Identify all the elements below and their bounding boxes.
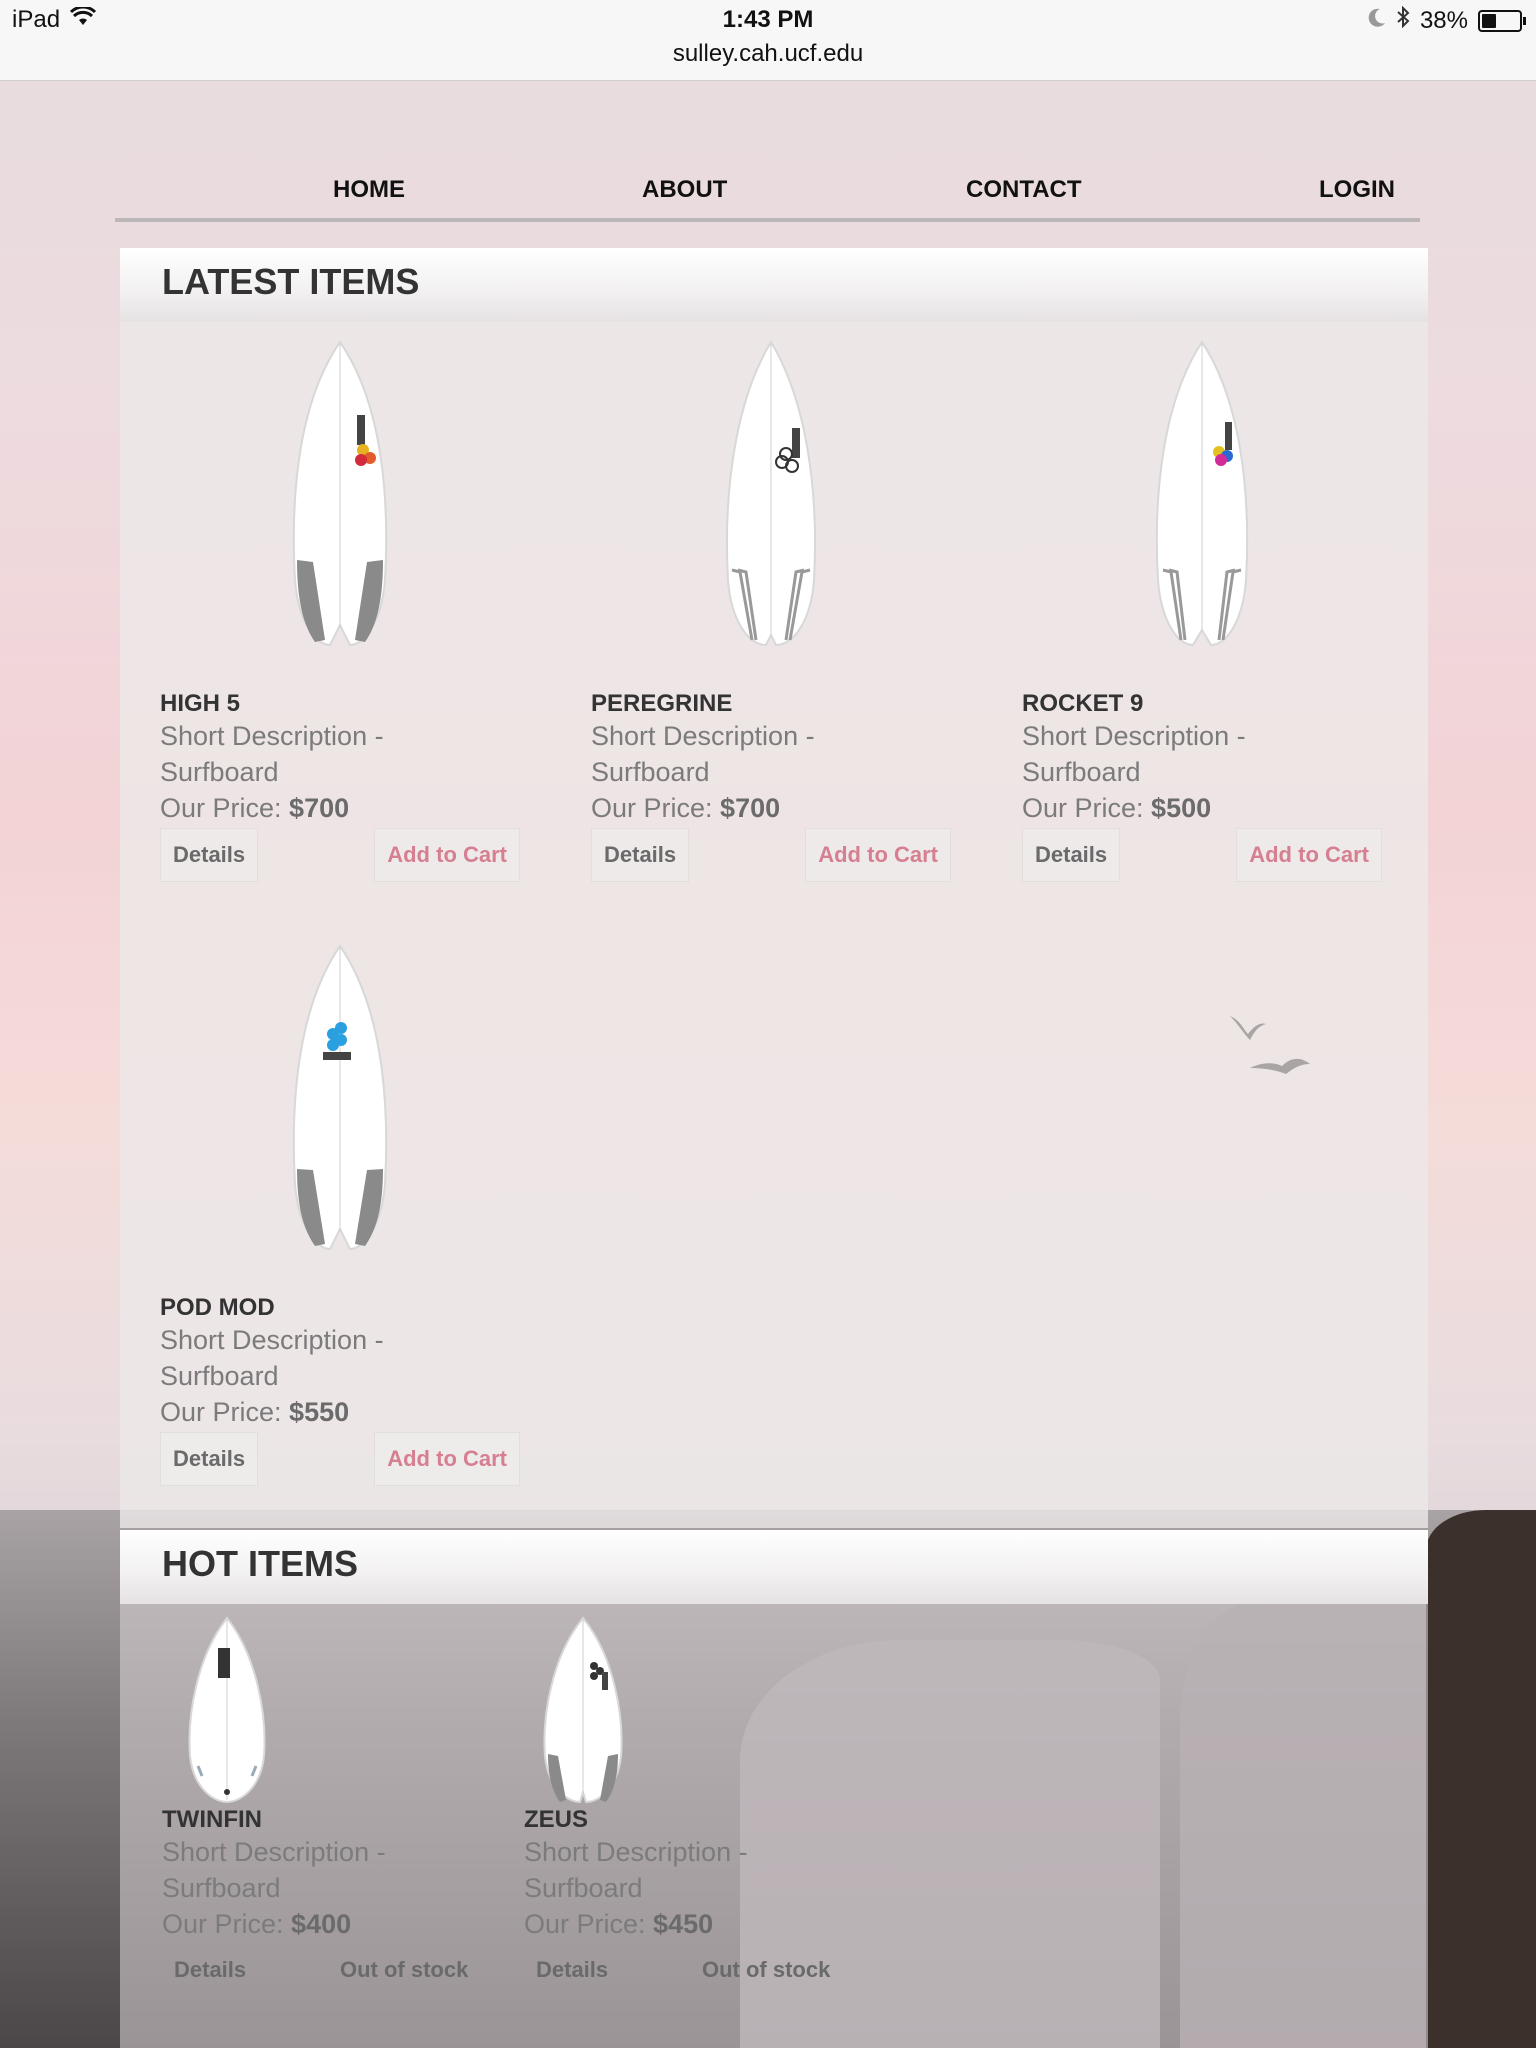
price-value: $500 (1151, 793, 1212, 823)
product-name[interactable]: POD MOD (160, 1294, 520, 1322)
product-actions: Details Add to Cart (160, 1432, 520, 1488)
product-card: ZEUS Short Description - Surfboard Our P… (524, 1616, 844, 2000)
product-price: Our Price: $450 (524, 1906, 844, 1942)
details-button[interactable]: Details (1022, 828, 1121, 882)
product-price: Our Price: $500 (1022, 790, 1382, 826)
product-description: Short Description - Surfboard (160, 721, 384, 787)
product-card: TWINFIN Short Description - Surfboard Ou… (162, 1616, 482, 2000)
product-description: Short Description - Surfboard (1022, 721, 1246, 787)
product-description: Short Description - Surfboard (160, 1325, 384, 1391)
product-name[interactable]: ROCKET 9 (1022, 690, 1382, 718)
details-button[interactable]: Details (160, 1432, 259, 1486)
surfboard-image[interactable] (285, 340, 395, 650)
product-actions: Details Out of stock (162, 1944, 482, 2000)
status-right: 38% (1368, 5, 1526, 35)
latest-items-panel: LATEST ITEMS HIGH 5 Short Description - … (120, 248, 1428, 1528)
clock: 1:43 PM (722, 6, 814, 33)
price-label: Our Price: (591, 793, 713, 823)
moon-icon (1368, 7, 1386, 35)
latest-items-heading: LATEST ITEMS (120, 248, 1428, 322)
price-value: $400 (291, 1909, 352, 1939)
product-actions: Details Add to Cart (591, 828, 951, 884)
product-name[interactable]: HIGH 5 (160, 690, 520, 718)
product-actions: Details Add to Cart (160, 828, 520, 884)
product-description: Short Description - Surfboard (524, 1837, 748, 1903)
battery-icon (1478, 9, 1526, 32)
price-value: $550 (289, 1397, 350, 1427)
out-of-stock-label: Out of stock (340, 1957, 469, 1982)
nav-home-link[interactable]: HOME (333, 176, 405, 204)
details-button[interactable]: Details (160, 828, 259, 882)
bluetooth-icon (1396, 5, 1410, 35)
details-button[interactable]: Details (162, 1944, 258, 1996)
price-label: Our Price: (1022, 793, 1144, 823)
hot-items-panel: HOT ITEMS TWINFIN Short Description - Su… (120, 1530, 1428, 2048)
details-button[interactable]: Details (524, 1944, 620, 1996)
add-to-cart-button[interactable]: Add to Cart (374, 828, 520, 882)
price-label: Our Price: (160, 1397, 282, 1427)
price-value: $700 (289, 793, 350, 823)
details-button[interactable]: Details (591, 828, 690, 882)
add-to-cart-button[interactable]: Add to Cart (1236, 828, 1382, 882)
product-actions: Details Out of stock (524, 1944, 844, 2000)
main-nav: HOME ABOUT CONTACT LOGIN (115, 170, 1420, 222)
nav-login-link[interactable]: LOGIN (1319, 176, 1395, 204)
product-price: Our Price: $700 (160, 790, 520, 826)
product-name[interactable]: PEREGRINE (591, 690, 951, 718)
product-card: HIGH 5 Short Description - Surfboard Our… (160, 340, 520, 884)
product-price: Our Price: $400 (162, 1906, 482, 1942)
product-actions: Details Add to Cart (1022, 828, 1382, 884)
nav-about-link[interactable]: ABOUT (642, 176, 727, 204)
surfboard-image[interactable] (182, 1616, 272, 1806)
surfboard-image[interactable] (1147, 340, 1257, 650)
product-card: ROCKET 9 Short Description - Surfboard O… (1022, 340, 1382, 884)
product-card: POD MOD Short Description - Surfboard Ou… (160, 944, 520, 1488)
product-description: Short Description - Surfboard (162, 1837, 386, 1903)
product-name[interactable]: TWINFIN (162, 1806, 482, 1834)
product-price: Our Price: $700 (591, 790, 951, 826)
battery-percent: 38% (1419, 6, 1468, 34)
status-bar: iPad 1:43 PM sulley.cah.ucf.edu 38% (0, 0, 1536, 81)
price-label: Our Price: (524, 1909, 646, 1939)
battery-fill (1482, 13, 1496, 28)
price-value: $450 (653, 1909, 714, 1939)
out-of-stock-label: Out of stock (702, 1957, 831, 1982)
address-bar-url[interactable]: sulley.cah.ucf.edu (0, 40, 1536, 68)
seagull-decoration (1230, 1016, 1310, 1074)
price-label: Our Price: (160, 793, 282, 823)
price-label: Our Price: (162, 1909, 284, 1939)
surfboard-image[interactable] (538, 1616, 628, 1806)
product-description: Short Description - Surfboard (591, 721, 815, 787)
add-to-cart-button[interactable]: Add to Cart (805, 828, 951, 882)
nav-contact-link[interactable]: CONTACT (966, 176, 1082, 204)
surfboard-image[interactable] (285, 944, 395, 1254)
background-cliff (1426, 1510, 1536, 2048)
product-card: PEREGRINE Short Description - Surfboard … (591, 340, 951, 884)
surfboard-image[interactable] (716, 340, 826, 650)
product-price: Our Price: $550 (160, 1394, 520, 1430)
hot-items-heading: HOT ITEMS (120, 1530, 1428, 1604)
product-name[interactable]: ZEUS (524, 1806, 844, 1834)
price-value: $700 (720, 793, 781, 823)
add-to-cart-button[interactable]: Add to Cart (374, 1432, 520, 1486)
